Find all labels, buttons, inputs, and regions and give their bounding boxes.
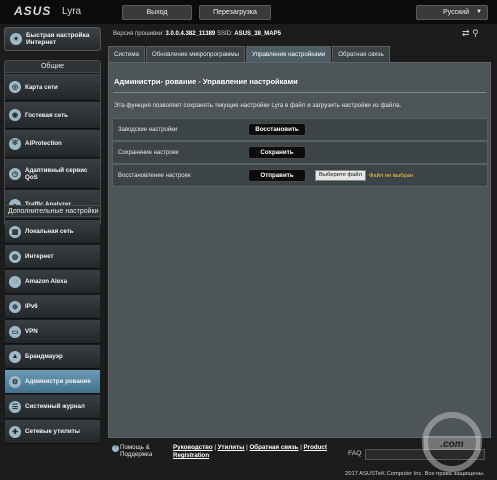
usb-icon[interactable]: ⚲	[472, 28, 479, 38]
row-label: Сохранение настроек	[118, 149, 179, 156]
sidebar-item-lan[interactable]: ▦ Локальная сеть	[5, 220, 100, 244]
sidebar-item-firewall[interactable]: ▲ Брандмауэр	[5, 345, 100, 369]
sidebar-item-vpn[interactable]: ▭ VPN	[5, 320, 100, 344]
qos-icon: ◷	[9, 167, 21, 180]
sidebar-item-label: Адаптивный сервис QoS	[25, 166, 88, 181]
language-value: Русский	[443, 9, 469, 16]
vpn-icon: ▭	[9, 325, 21, 338]
network-map-icon: ◎	[9, 81, 21, 93]
ssid-value: ASUS_38_MAP5	[234, 31, 281, 37]
sidebar-item-label: Интернет	[25, 253, 54, 260]
sidebar-item-label: Локальная сеть	[25, 228, 74, 235]
sidebar-item-label: Сетевые утилиты	[25, 428, 80, 435]
tab-bar: Система Обновление микропрограммы Управл…	[108, 46, 391, 62]
sidebar-item-label: Брандмауэр	[25, 353, 63, 360]
firmware-info: Версия прошивки: 3.0.0.4.382_11389 SSID:…	[113, 31, 281, 37]
choose-file-button[interactable]: Выберите файл	[315, 170, 367, 181]
asus-logo: ASUS	[14, 4, 52, 18]
quick-setup-button[interactable]: ✦ Быстрая настройка Интернет	[4, 27, 101, 51]
tab-feedback[interactable]: Обратная связь	[332, 46, 390, 62]
alexa-icon: ◌	[9, 275, 21, 288]
sidebar-item-label: Amazon Alexa	[25, 278, 68, 285]
sidebar-item-label: Системный журнал	[25, 403, 85, 410]
status-icons: ⇄ ⚲	[462, 28, 479, 39]
guest-network-icon: ◉	[9, 109, 21, 121]
link-manual[interactable]: Руководство	[173, 444, 213, 451]
sidebar-item-ipv6[interactable]: ⊕ IPv6	[5, 295, 100, 319]
sidebar-item-qos[interactable]: ◷ Адаптивный сервис QoS	[5, 159, 100, 189]
sidebar-item-label: VPN	[25, 328, 38, 335]
log-icon: ☰	[9, 400, 21, 413]
main-panel: Администри- рование - Управление настрой…	[108, 62, 491, 438]
wizard-icon: ✦	[10, 33, 22, 45]
question-icon: ?	[112, 445, 119, 452]
firewall-icon: ▲	[9, 350, 21, 363]
ipv6-icon: ⊕	[9, 300, 21, 313]
advanced-title: Дополнительные настройки	[4, 205, 101, 217]
row-label: Восстановление настроек	[118, 172, 191, 179]
restore-button[interactable]: Восстановить	[248, 123, 306, 136]
advanced-group: Дополнительные настройки ▦ Локальная сет…	[4, 205, 101, 460]
sidebar-item-system-log[interactable]: ☰ Системный журнал	[5, 395, 100, 419]
watermark-logo: .com	[422, 412, 482, 472]
firmware-version-value: 3.0.0.4.382_11389	[165, 31, 216, 37]
sidebar-item-network-map[interactable]: ◎ Карта сети	[5, 74, 100, 101]
help-support[interactable]: ? Помощь & Поддержка	[112, 444, 168, 458]
faq-label: FAQ	[348, 450, 362, 457]
language-select[interactable]: Русский ▼	[416, 5, 488, 20]
settings-row-save: Сохранение настроек Сохранить	[112, 141, 488, 164]
sidebar-item-alexa[interactable]: ◌ Amazon Alexa	[5, 270, 100, 294]
footer-links: Руководство | Утилиты | Обратная связь |…	[173, 444, 327, 459]
file-status: Файл не выбран	[369, 172, 414, 179]
quick-setup-label: Быстрая настройка Интернет	[26, 32, 90, 46]
sidebar-item-label: Гостевая сеть	[25, 111, 68, 119]
sync-icon[interactable]: ⇄	[462, 28, 470, 38]
firmware-version-label: Версия прошивки:	[113, 31, 164, 37]
sidebar-item-network-tools[interactable]: ✚ Сетевые утилиты	[5, 420, 100, 444]
shield-icon: ⛨	[9, 137, 21, 150]
page-title: Администри- рование - Управление настрой…	[114, 77, 298, 86]
tab-firmware-upgrade[interactable]: Обновление микропрограммы	[145, 46, 245, 62]
chevron-down-icon: ▼	[476, 9, 482, 15]
help-label: Помощь & Поддержка	[120, 444, 153, 458]
tab-settings-management[interactable]: Управление настройками	[246, 46, 332, 62]
ssid-label: SSID:	[216, 31, 233, 37]
upload-button[interactable]: Отправить	[248, 169, 306, 182]
svg-text:.com: .com	[440, 439, 463, 450]
sidebar-item-label: IPv6	[25, 303, 38, 310]
page-description: Эта функция позволяет сохранять текущие …	[114, 102, 402, 109]
globe-icon: ◍	[9, 250, 21, 263]
lan-icon: ▦	[9, 225, 21, 238]
title-divider	[113, 92, 486, 93]
sidebar-item-aiprotection[interactable]: ⛨ AiProtection	[5, 130, 100, 158]
sidebar-item-label: Карта сети	[25, 83, 58, 91]
sidebar-item-guest-network[interactable]: ◉ Гостевая сеть	[5, 102, 100, 129]
general-group: Общие ◎ Карта сети ◉ Гостевая сеть ⛨ AiP…	[4, 60, 101, 226]
settings-row-factory-default: Заводские настройки Восстановить	[112, 118, 488, 141]
tools-icon: ✚	[9, 425, 21, 438]
link-feedback[interactable]: Обратная связь	[249, 444, 298, 451]
product-name: Lyra	[62, 6, 82, 17]
link-utilities[interactable]: Утилиты	[218, 444, 245, 451]
save-button[interactable]: Сохранить	[248, 146, 306, 159]
settings-row-restore: Восстановление настроек Отправить Выбери…	[112, 164, 488, 187]
general-title: Общие	[5, 61, 100, 73]
reboot-button[interactable]: Перезагрузка	[199, 5, 271, 20]
sidebar-item-internet[interactable]: ◍ Интернет	[5, 245, 100, 269]
top-bar: ASUS Lyra Выход Перезагрузка Русский ▼	[0, 0, 497, 24]
sidebar-item-label: AiProtection	[25, 140, 62, 147]
sidebar-item-label: Администри рование	[25, 378, 91, 385]
tab-system[interactable]: Система	[108, 46, 145, 62]
logout-button[interactable]: Выход	[122, 5, 192, 20]
sidebar-item-administration[interactable]: ⚙ Администри рование	[5, 370, 100, 394]
row-label: Заводские настройки	[118, 126, 178, 133]
admin-icon: ⚙	[9, 375, 21, 388]
